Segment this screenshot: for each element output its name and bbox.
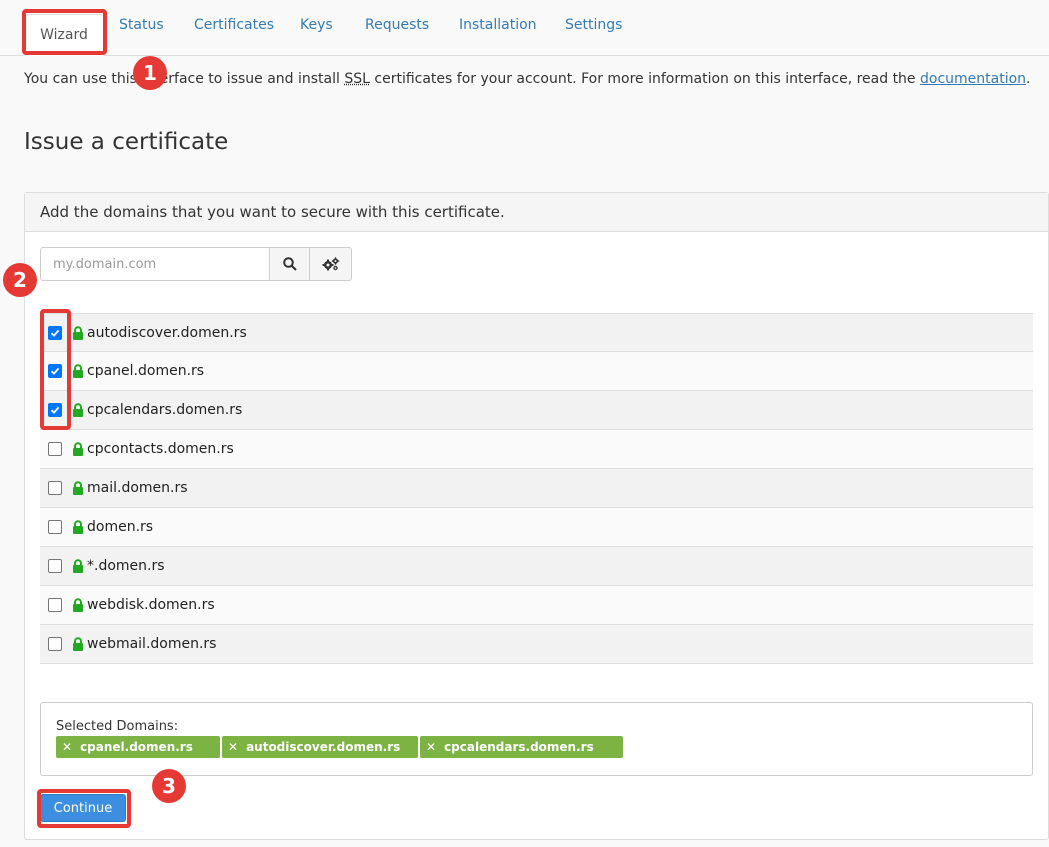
domain-name: domen.rs [87,519,154,535]
domain-checkbox[interactable] [48,481,62,495]
lock-icon [72,481,84,495]
tab-bar: Wizard Status Certificates Keys Requests… [0,0,1049,56]
domain-name: webmail.domen.rs [87,636,217,652]
highlight-checkboxes [40,309,71,430]
remove-x-icon[interactable]: ✕ [62,740,72,754]
ssl-abbr: SSL [344,71,370,87]
domain-name: *.domen.rs [87,558,165,574]
selected-domains-label: Selected Domains: [56,719,179,734]
tab-keys[interactable]: Keys [300,17,333,33]
lock-icon [72,559,84,573]
domain-checkbox[interactable] [48,598,62,612]
selected-domain-tags: ✕ cpanel.domen.rs ✕ autodiscover.domen.rs ✕ c… [56,736,1017,758]
gears-icon [322,257,339,271]
search-icon [282,257,297,271]
lock-icon [72,403,84,417]
domain-checkbox[interactable] [48,442,62,456]
lock-icon [72,637,84,651]
highlight-continue [37,789,131,828]
lock-icon [72,442,84,456]
selected-domain-tag-label: cpcalendars.domen.rs [444,740,594,754]
domain-checkbox[interactable] [48,559,62,573]
domain-row: autodiscover.domen.rs [40,313,1033,352]
domain-checkbox[interactable] [48,637,62,651]
domain-name: mail.domen.rs [87,480,188,496]
domain-row: mail.domen.rs [40,469,1033,508]
domain-name: cpanel.domen.rs [87,363,205,379]
domain-row: webmail.domen.rs [40,625,1033,664]
domain-row: cpcalendars.domen.rs [40,391,1033,430]
tab-status[interactable]: Status [119,17,164,33]
domain-row: webdisk.domen.rs [40,586,1033,625]
lock-icon [72,364,84,378]
selected-domain-tag-label: autodiscover.domen.rs [246,740,401,754]
tab-certificates[interactable]: Certificates [194,17,274,33]
domain-row: domen.rs [40,508,1033,547]
domain-list: autodiscover.domen.rs cpanel.domen.rs cpca… [40,313,1033,664]
domains-panel: Add the domains that you want to secure … [24,192,1049,840]
lock-icon [72,598,84,612]
remove-x-icon[interactable]: ✕ [228,740,238,754]
options-button[interactable] [310,247,352,281]
domain-search [40,247,352,281]
step-badge-2: 2 [3,263,37,297]
selected-domains-box: Selected Domains: ✕ cpanel.domen.rs ✕ autod… [40,702,1033,776]
intro-text-middle: certificates for your account. For more … [369,71,920,87]
domain-name: autodiscover.domen.rs [87,324,247,341]
intro-text-before: You can use this interface to issue and … [24,71,345,87]
selected-domain-tag-label: cpanel.domen.rs [80,740,193,754]
domain-row: cpcontacts.domen.rs [40,430,1033,469]
tab-settings[interactable]: Settings [565,17,622,33]
domain-checkbox[interactable] [48,520,62,534]
selected-domain-tag: ✕ autodiscover.domen.rs [222,736,418,758]
intro-text: You can use this interface to issue and … [24,71,1031,87]
search-button[interactable] [270,247,310,281]
intro-text-after: . [1026,71,1031,87]
tab-installation[interactable]: Installation [459,17,537,33]
domain-name: cpcontacts.domen.rs [87,441,234,457]
highlight-wizard-tab [22,9,107,55]
domain-name: webdisk.domen.rs [87,597,215,613]
selected-domain-tag: ✕ cpcalendars.domen.rs [420,736,623,758]
page-title: Issue a certificate [24,129,229,155]
tab-requests[interactable]: Requests [365,17,429,33]
step-badge-3: 3 [152,769,186,803]
panel-heading: Add the domains that you want to secure … [25,193,1048,232]
step-badge-1: 1 [133,56,167,90]
domain-name: cpcalendars.domen.rs [87,402,243,418]
remove-x-icon[interactable]: ✕ [426,740,436,754]
domain-row: *.domen.rs [40,547,1033,586]
documentation-link[interactable]: documentation [920,71,1026,87]
domain-search-input[interactable] [40,247,270,281]
selected-domain-tag: ✕ cpanel.domen.rs [56,736,220,758]
lock-icon [72,520,84,534]
domain-row: cpanel.domen.rs [40,352,1033,391]
lock-icon [72,325,84,340]
